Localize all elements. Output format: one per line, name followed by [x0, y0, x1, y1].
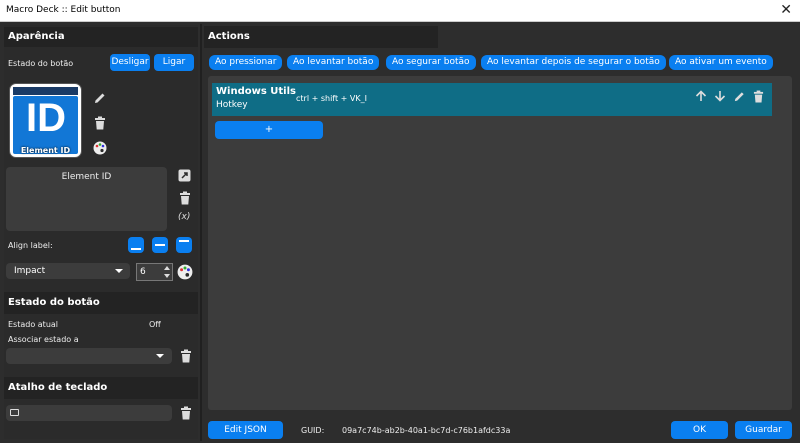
tab-on-release[interactable]: Ao levantar botão [287, 55, 380, 70]
bind-state-select[interactable] [6, 348, 172, 364]
label-trash-icon[interactable] [177, 190, 193, 206]
align-label-text: Align label: [8, 241, 53, 250]
palette-icon[interactable] [92, 140, 108, 156]
button-state-label: Estado do botão [8, 59, 74, 68]
turn-on-button[interactable]: Ligar [154, 54, 194, 71]
expand-icon[interactable] [176, 167, 192, 183]
arrow-up-icon[interactable] [693, 88, 709, 104]
edit-json-button[interactable]: Edit JSON [208, 421, 283, 439]
label-text-value: Element ID [61, 172, 112, 182]
font-select[interactable]: Impact [6, 263, 130, 279]
action-plugin-name: Windows Utils [216, 86, 296, 97]
button-state-header: Estado do botão [4, 292, 198, 314]
window-title: Macro Deck :: Edit button [6, 5, 121, 15]
edit-action-icon[interactable] [731, 88, 747, 104]
actions-header: Actions [204, 26, 438, 48]
tab-on-event[interactable]: Ao ativar um evento [669, 55, 773, 70]
turn-off-button[interactable]: Desligar [110, 54, 150, 71]
icon-window-bar [13, 87, 78, 95]
icon-letters: ID [26, 96, 66, 140]
delete-action-icon[interactable] [750, 88, 766, 104]
pencil-icon[interactable] [92, 90, 108, 106]
bind-state-label: Associar estado a [8, 335, 79, 344]
arrow-down-icon[interactable] [712, 88, 728, 104]
guid-value: 09a7c74b-ab2b-40a1-bc7d-c76b1afdc33a [342, 426, 511, 435]
action-item[interactable]: Windows Utils Hotkey ctrl + shift + VK_I [212, 83, 772, 116]
tab-on-press[interactable]: Ao pressionar [209, 55, 283, 70]
icon-caption: Element ID [20, 146, 71, 155]
font-size-stepper[interactable]: 6 [136, 263, 173, 281]
save-button[interactable]: Guardar [735, 421, 792, 439]
variable-icon[interactable]: (x) [178, 212, 190, 222]
button-icon-preview[interactable]: ID Element ID [9, 83, 82, 158]
keyboard-icon [10, 409, 19, 416]
stepper-up-icon[interactable] [164, 266, 170, 270]
ok-button[interactable]: OK [671, 421, 728, 439]
action-config: ctrl + shift + VK_I [296, 94, 367, 103]
font-size-value: 6 [140, 267, 146, 277]
font-color-icon[interactable] [176, 263, 194, 281]
trash-icon[interactable] [92, 115, 108, 131]
action-name: Hotkey [216, 100, 248, 110]
hotkey-header: Atalho de teclado [4, 377, 198, 399]
stepper-down-icon[interactable] [164, 274, 170, 278]
chevron-down-icon [115, 269, 123, 273]
hotkey-input[interactable] [6, 405, 172, 421]
current-state-label: Estado atual [8, 320, 59, 329]
tab-on-hold[interactable]: Ao segurar botão [386, 55, 476, 70]
label-text-area[interactable]: Element ID [6, 167, 167, 231]
close-icon[interactable]: ✕ [780, 2, 792, 18]
guid-label: GUID: [301, 426, 325, 435]
title-bar: Macro Deck :: Edit button ✕ [0, 0, 800, 22]
tab-on-release-after-hold[interactable]: Ao levantar depois de segurar o botão [481, 55, 666, 70]
hotkey-trash-icon[interactable] [178, 405, 194, 421]
add-action-button[interactable]: + [215, 121, 323, 139]
state-trash-icon[interactable] [178, 348, 194, 364]
current-state-value: Off [149, 320, 161, 329]
align-top-icon[interactable] [176, 237, 192, 253]
align-center-icon[interactable] [152, 237, 168, 253]
appearance-header: Aparência [4, 27, 198, 47]
chevron-down-icon [156, 354, 164, 358]
align-bottom-icon[interactable] [128, 237, 144, 253]
panel-divider [200, 24, 202, 441]
font-select-value: Impact [14, 266, 46, 276]
